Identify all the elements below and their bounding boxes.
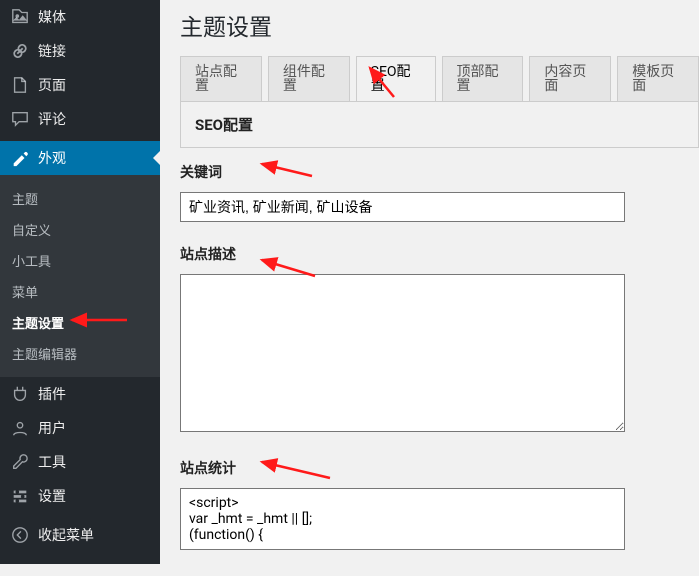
sidebar-item-label: 用户	[38, 418, 66, 438]
description-textarea[interactable]	[180, 274, 625, 432]
tab-site-config[interactable]: 站点配置	[180, 56, 262, 101]
sidebar-sub-theme-editor[interactable]: 主题编辑器	[0, 338, 160, 369]
sidebar-item-label: 链接	[38, 41, 66, 61]
sidebar-item-pages[interactable]: 页面	[0, 68, 160, 102]
collapse-icon	[10, 526, 30, 544]
tab-seo-config[interactable]: SEO配置	[356, 56, 436, 102]
keywords-label: 关键词	[180, 162, 699, 182]
sidebar-item-appearance[interactable]: 外观	[0, 141, 160, 175]
sidebar-item-tools[interactable]: 工具	[0, 445, 160, 479]
sidebar-sub-menus[interactable]: 菜单	[0, 276, 160, 307]
sidebar-item-label: 收起菜单	[38, 525, 94, 545]
sidebar-item-label: 外观	[38, 148, 66, 168]
tab-template-page[interactable]: 模板页面	[617, 56, 699, 101]
keywords-input[interactable]	[180, 192, 625, 222]
sidebar-sub-theme-settings[interactable]: 主题设置	[0, 307, 160, 338]
user-icon	[10, 419, 30, 437]
plugin-icon	[10, 385, 30, 403]
sidebar-item-collapse[interactable]: 收起菜单	[0, 518, 160, 552]
link-icon	[10, 42, 30, 60]
media-icon	[10, 8, 30, 26]
sidebar-item-label: 页面	[38, 75, 66, 95]
sidebar-item-label: 评论	[38, 109, 66, 129]
section-title: SEO配置	[180, 101, 699, 148]
sidebar-sub-themes[interactable]: 主题	[0, 183, 160, 214]
tab-header-config[interactable]: 顶部配置	[442, 56, 524, 101]
sidebar-item-comments[interactable]: 评论	[0, 102, 160, 136]
sidebar-item-label: 设置	[38, 486, 66, 506]
appearance-icon	[10, 149, 30, 167]
sidebar-sub-customize[interactable]: 自定义	[0, 214, 160, 245]
page-title: 主题设置	[180, 0, 699, 56]
stats-label: 站点统计	[180, 458, 699, 478]
tabs: 站点配置 组件配置 SEO配置 顶部配置 内容页面 模板页面	[180, 56, 699, 101]
sidebar-item-links[interactable]: 链接	[0, 34, 160, 68]
sidebar-item-settings[interactable]: 设置	[0, 479, 160, 513]
sidebar-item-media[interactable]: 媒体	[0, 0, 160, 34]
sidebar-submenu-appearance: 主题 自定义 小工具 菜单 主题设置 主题编辑器	[0, 175, 160, 377]
sidebar-item-label: 媒体	[38, 7, 66, 27]
sidebar-item-users[interactable]: 用户	[0, 411, 160, 445]
page-icon	[10, 76, 30, 94]
tab-component-config[interactable]: 组件配置	[268, 56, 350, 101]
setting-icon	[10, 487, 30, 505]
stats-textarea[interactable]: <script> var _hmt = _hmt || []; (functio…	[180, 488, 625, 550]
content-area: 主题设置 站点配置 组件配置 SEO配置 顶部配置 内容页面 模板页面 SEO配…	[160, 0, 699, 576]
sidebar-sub-widgets[interactable]: 小工具	[0, 245, 160, 276]
sidebar-item-plugins[interactable]: 插件	[0, 377, 160, 411]
tool-icon	[10, 453, 30, 471]
comment-icon	[10, 110, 30, 128]
sidebar-item-label: 工具	[38, 452, 66, 472]
admin-sidebar: 媒体 链接 页面 评论 外观 主题 自定义 小工具 菜单 主题设置 主题编辑器 …	[0, 0, 160, 564]
description-label: 站点描述	[180, 244, 699, 264]
tab-content-page[interactable]: 内容页面	[529, 56, 611, 101]
form: 关键词 每个关键词 站点描述 站点统计 <script> var _hmt = …	[180, 148, 699, 554]
sidebar-item-label: 插件	[38, 384, 66, 404]
